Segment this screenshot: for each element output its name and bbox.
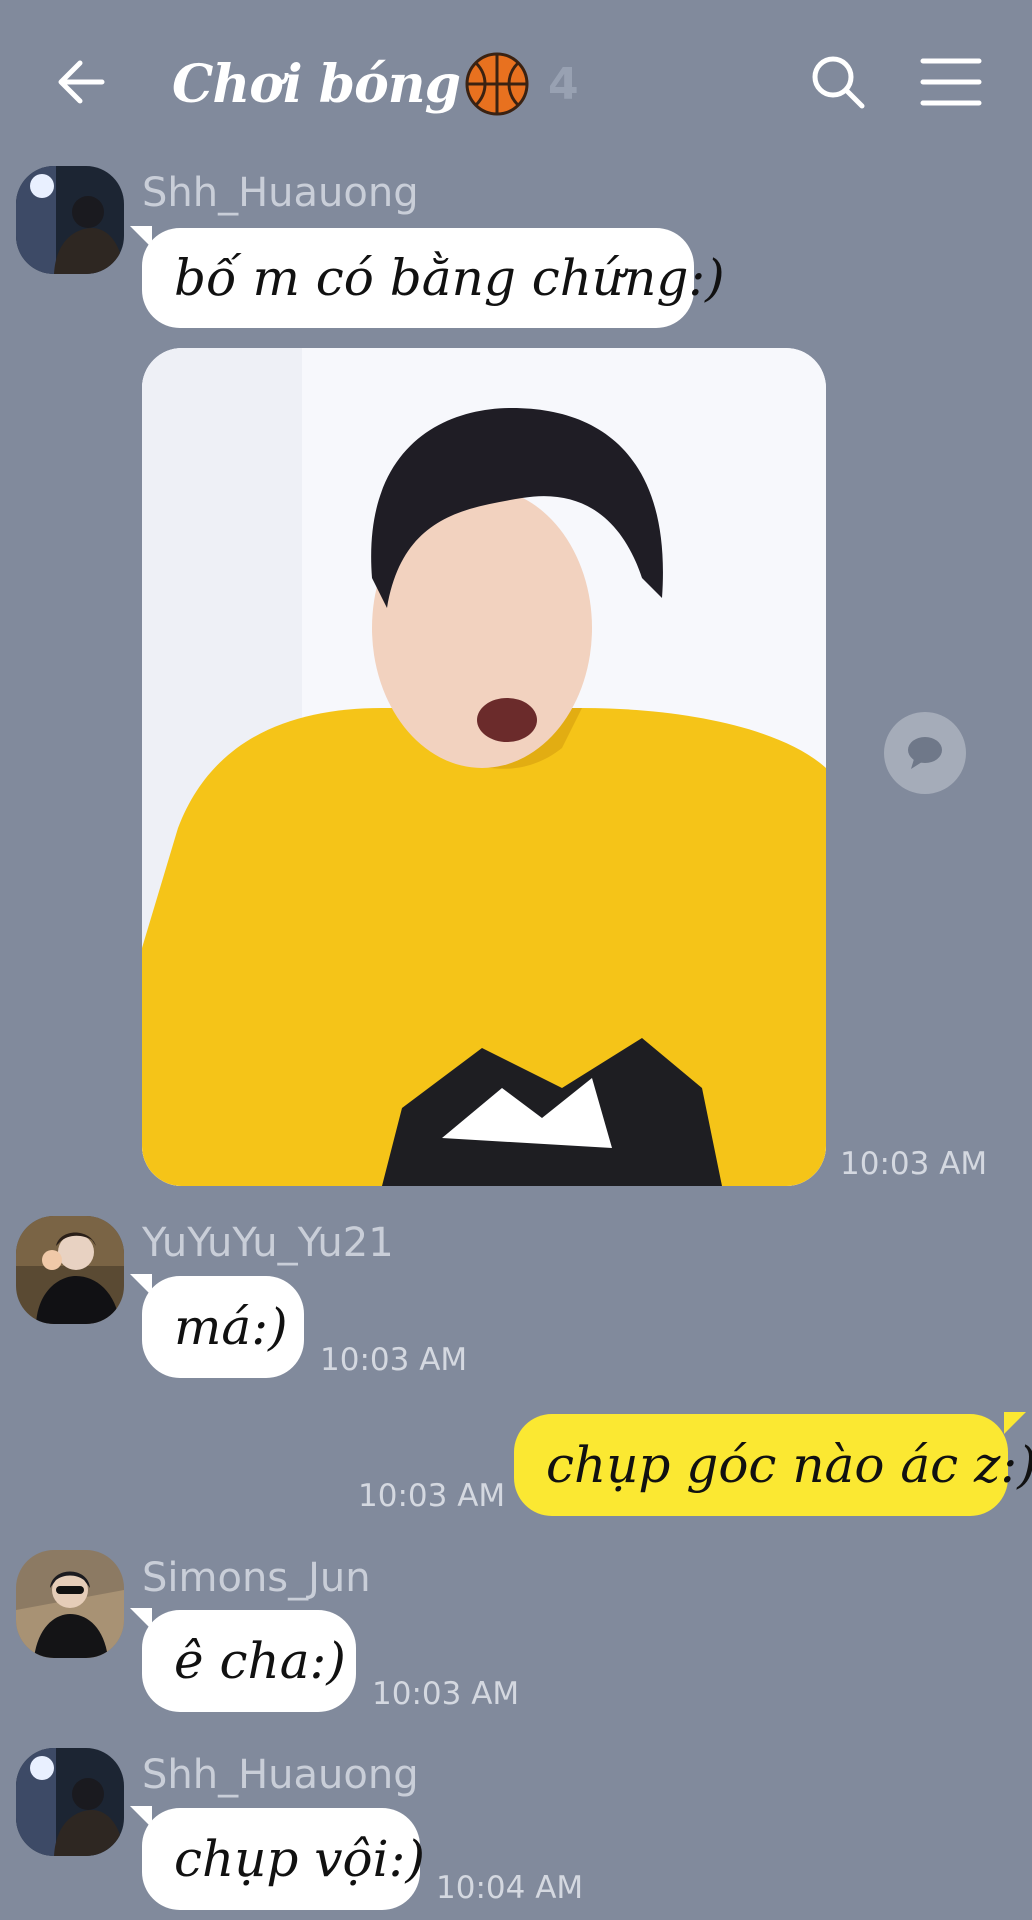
hamburger-menu-icon[interactable]: [920, 56, 982, 108]
member-count: 4: [547, 58, 579, 110]
reply-button[interactable]: [884, 712, 966, 794]
message-image[interactable]: [142, 348, 826, 1186]
avatar[interactable]: [16, 1748, 124, 1856]
message-time: 10:03 AM: [358, 1478, 506, 1514]
chat-header: Chơi bóng 4: [0, 0, 1032, 170]
message-bubble[interactable]: ê cha:): [142, 1610, 356, 1712]
arrow-left-icon[interactable]: [52, 52, 112, 112]
sender-name: Shh_Huauong: [142, 170, 419, 216]
message-time: 10:04 AM: [436, 1870, 584, 1906]
sender-name: Shh_Huauong: [142, 1752, 419, 1798]
my-message-bubble[interactable]: chụp góc nào ác z:): [514, 1414, 1032, 1516]
avatar[interactable]: [16, 1550, 124, 1658]
sender-name: YuYuYu_Yu21: [142, 1220, 394, 1266]
avatar[interactable]: [16, 1216, 124, 1324]
message-bubble[interactable]: bố m có bằng chứng:): [142, 228, 725, 328]
message-bubble[interactable]: má:): [142, 1276, 304, 1378]
message-time: 10:03 AM: [372, 1676, 520, 1712]
avatar[interactable]: [16, 166, 124, 274]
message-bubble[interactable]: chụp vội:): [142, 1808, 425, 1910]
chat-title: Chơi bóng: [172, 53, 461, 115]
search-icon[interactable]: [808, 52, 868, 112]
message-time: 10:03 AM: [840, 1146, 988, 1182]
chat-title-area[interactable]: Chơi bóng 4: [172, 44, 579, 124]
basketball-icon: [465, 52, 529, 116]
message-time: 10:03 AM: [320, 1342, 468, 1378]
sender-name: Simons_Jun: [142, 1555, 371, 1601]
chat-bubble-icon: [908, 737, 942, 769]
